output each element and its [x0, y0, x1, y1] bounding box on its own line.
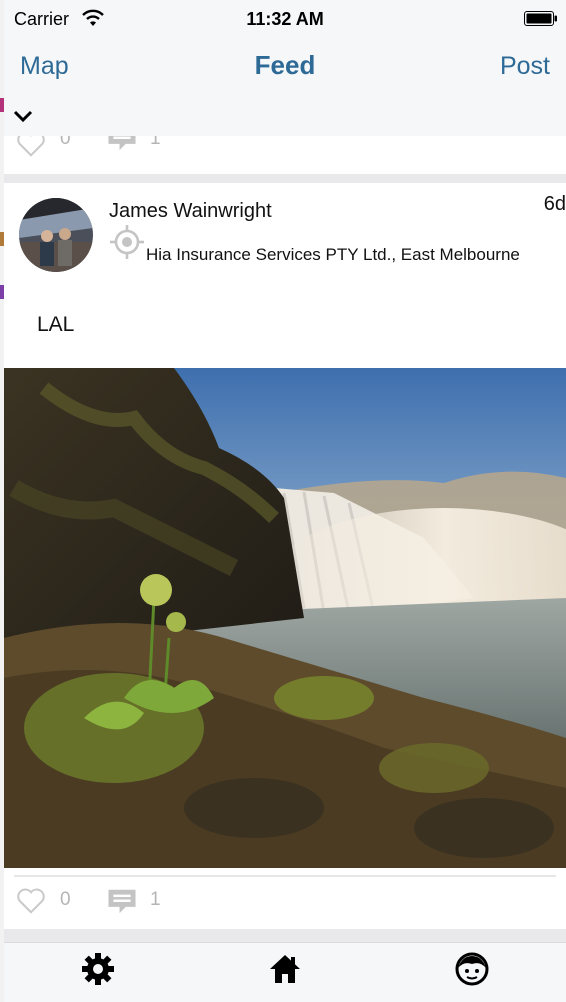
post-age: 6d [543, 193, 566, 215]
like-count: 0 [60, 889, 71, 910]
status-bar: Carrier 11:32 AM [4, 0, 566, 40]
navigation-bar: Map Feed Post [4, 44, 566, 94]
post-button[interactable]: Post [500, 52, 550, 81]
avatar-photo [19, 198, 93, 272]
gear-icon[interactable] [80, 951, 116, 987]
chevron-down-icon[interactable] [12, 108, 34, 124]
post-actions: 0 1 [4, 883, 566, 917]
avatar[interactable] [19, 198, 93, 272]
comment-count: 1 [150, 889, 161, 910]
tab-bar [4, 942, 566, 1002]
battery-icon [524, 11, 557, 26]
post-location[interactable]: Hia Insurance Services PTY Ltd., East Me… [146, 245, 550, 265]
home-icon[interactable] [267, 951, 303, 987]
top-bar: Carrier 11:32 AM Map Feed Post [4, 0, 566, 136]
divider [14, 875, 556, 877]
previous-post-card: 0 1 [4, 126, 566, 174]
post-photo[interactable] [4, 368, 566, 868]
like-heart-icon[interactable] [16, 887, 46, 915]
profile-face-icon[interactable] [454, 951, 490, 987]
clock: 11:32 AM [246, 9, 324, 29]
location-target-icon [110, 225, 144, 259]
page-title: Feed [254, 50, 316, 80]
post-caption: LAL [37, 313, 75, 336]
feed-screen: 0 1 Carrier 11:32 AM Map Feed Post James… [4, 0, 566, 1002]
comment-icon[interactable] [106, 887, 138, 917]
author-name[interactable]: James Wainwright [109, 200, 272, 223]
post-card: James Wainwright 6d Hia Insurance Servic… [4, 183, 566, 929]
